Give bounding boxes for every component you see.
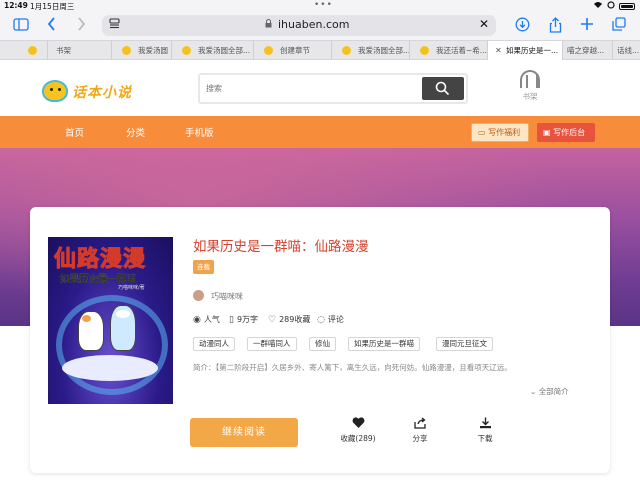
site-header: 话本小说 书架 [0, 60, 640, 116]
search-icon [435, 81, 450, 96]
status-badge: 连载 [193, 260, 214, 274]
browser-tab[interactable]: 喵之穿越... [563, 41, 613, 60]
browser-tab[interactable]: 我爱汤圆全部... [172, 41, 254, 60]
continue-reading-button[interactable]: 继续阅读 [190, 418, 298, 447]
stat-favorites: ♡ 289收藏 [268, 315, 311, 325]
search-input[interactable] [202, 77, 420, 100]
heart-icon [336, 417, 380, 433]
search-box [198, 73, 468, 104]
share-button[interactable]: 分享 [408, 417, 432, 444]
battery-icon [619, 2, 635, 10]
download-icon [473, 417, 497, 433]
tab-strip: 书架 我爱汤圆 我爱汤圆全部... 创建章节 我爱汤圆全部... 我还活着~希.… [0, 40, 640, 60]
tabs-overview-icon[interactable] [610, 17, 628, 35]
cat-illustration [78, 311, 104, 351]
clear-icon[interactable]: ✕ [479, 17, 489, 31]
forward-icon[interactable] [74, 17, 88, 35]
status-bar: 12:49 1月15日周三 ••• [0, 0, 640, 12]
share-icon[interactable] [546, 17, 564, 35]
url-text[interactable]: ihuaben.com [278, 18, 349, 31]
favicon-icon [28, 46, 37, 55]
book-cover[interactable]: 仙路漫漫 如果历史是一群喵 巧喵咪咪/著 [48, 237, 173, 404]
book-intro: 简介：【第二阶段开启】久居乡外、寄人篱下，离生久远，向死何妨。仙路漫漫，且看项天… [193, 363, 512, 372]
stat-comments[interactable]: ◌ 评论 [317, 314, 344, 325]
tag[interactable]: 修仙 [309, 337, 336, 351]
writing-welfare-button[interactable]: ▭ 写作福利 [471, 123, 529, 142]
tag[interactable]: 漫同元旦征文 [436, 337, 493, 351]
monitor-icon: ▣ [543, 128, 551, 137]
browser-tab[interactable]: 我爱汤圆全部... [332, 41, 410, 60]
wifi-icon [593, 1, 603, 11]
nav-mobile[interactable]: 手机版 [185, 125, 214, 139]
tag[interactable]: 如果历史是一群喵 [348, 337, 420, 351]
bookshelf-icon [520, 70, 540, 88]
status-indicators [593, 1, 635, 11]
browser-tab[interactable]: 创建章节 [254, 41, 332, 60]
site-logo[interactable]: 话本小说 [42, 78, 142, 106]
browser-tab[interactable]: 我还活着~希... [410, 41, 488, 60]
tag[interactable]: 动漫同人 [193, 337, 235, 351]
favicon-icon [182, 46, 191, 55]
bookshelf-link[interactable]: 书架 [517, 70, 543, 102]
main-nav: 首页 分类 手机版 ▭ 写作福利 ▣ 写作后台 [0, 116, 640, 148]
heart-outline-icon: ♡ [268, 315, 277, 325]
book-title: 如果历史是一群喵：仙路漫漫 [193, 239, 369, 255]
book-card: 仙路漫漫 如果历史是一群喵 巧喵咪咪/著 如果历史是一群喵：仙路漫漫 连载 巧喵… [30, 207, 610, 473]
search-button[interactable] [422, 77, 464, 100]
favicon-icon [420, 46, 429, 55]
stat-words: ▯ 9万字 [229, 315, 259, 325]
close-tab-icon[interactable]: ✕ [495, 41, 502, 60]
writing-backend-button[interactable]: ▣ 写作后台 [537, 123, 595, 142]
browser-tab[interactable]: 话线... [613, 41, 640, 60]
status-date: 1月15日周三 [30, 2, 75, 11]
comment-icon: ◌ [317, 315, 325, 325]
multitask-dots[interactable]: ••• [314, 0, 333, 10]
document-icon: ▯ [229, 315, 234, 325]
sidebar-icon[interactable] [12, 17, 30, 35]
back-icon[interactable] [44, 17, 58, 35]
author-name[interactable]: 巧喵咪咪 [211, 291, 243, 302]
browser-tab-active[interactable]: ✕ 如果历史是一... [488, 41, 563, 60]
download-button[interactable]: 下载 [473, 417, 497, 444]
browser-tab[interactable]: 书架 [48, 41, 112, 60]
favicon-icon [342, 46, 351, 55]
eye-icon: ◉ [193, 315, 201, 325]
browser-tab[interactable]: 我爱汤圆 [112, 41, 172, 60]
nav-home[interactable]: 首页 [65, 125, 84, 139]
tag[interactable]: 一群喵同人 [247, 337, 297, 351]
mascot-icon [42, 80, 68, 102]
favorite-button[interactable]: 收藏(289) [336, 417, 380, 444]
nav-category[interactable]: 分类 [126, 125, 145, 139]
browser-toolbar: ihuaben.com ✕ [0, 12, 640, 40]
favicon-icon [122, 46, 131, 55]
chevron-down-icon: ⌄ [530, 387, 537, 396]
stat-popularity: ◉ 人气 [193, 315, 220, 325]
status-time: 12:49 [4, 1, 28, 10]
lock-icon [265, 19, 272, 31]
new-tab-icon[interactable] [578, 17, 596, 35]
favicon-icon [264, 46, 273, 55]
expand-intro-link[interactable]: ⌄ 全部简介 [530, 386, 569, 397]
ticket-icon: ▭ [478, 128, 486, 137]
tab-pinned[interactable] [0, 41, 48, 60]
rotation-lock-icon [607, 1, 615, 11]
download-manager-icon[interactable] [513, 17, 531, 35]
reader-icon[interactable] [109, 18, 120, 32]
avatar[interactable] [193, 290, 204, 301]
address-bar[interactable]: ihuaben.com ✕ [102, 15, 496, 36]
cat-illustration [110, 305, 136, 351]
share-icon [408, 417, 432, 433]
